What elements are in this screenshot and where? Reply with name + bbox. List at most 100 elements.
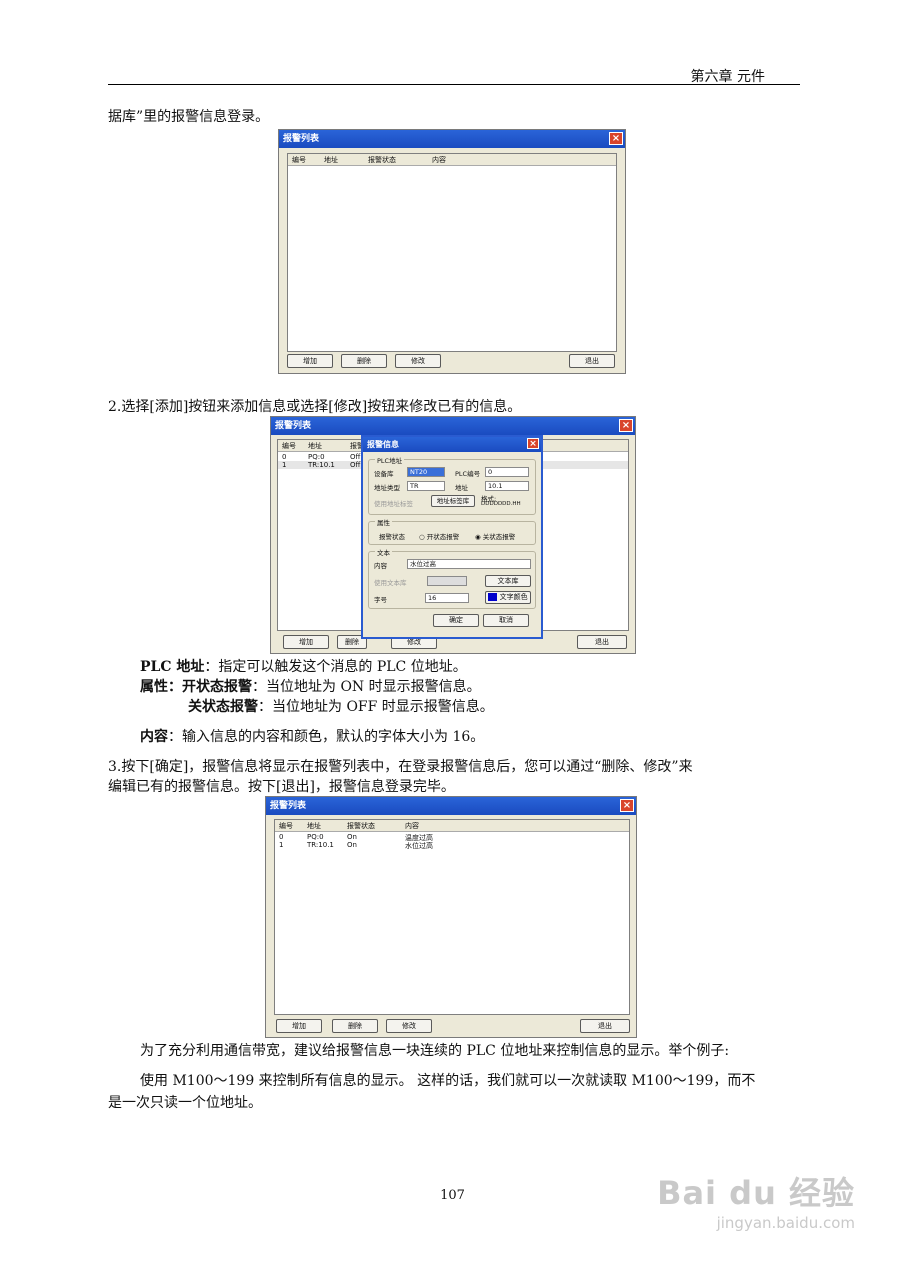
font-size-select[interactable]: 16	[425, 593, 469, 603]
plc-no-label: PLC编号	[455, 470, 481, 478]
off-state-desc: 关状态报警：当位地址为 OFF 时显示报警信息。	[188, 696, 494, 718]
col-no: 编号	[282, 442, 296, 450]
term-desc: ：当位地址为 ON 时显示报警信息。	[252, 679, 481, 695]
paragraph-5a: 使用 M100～199 来控制所有信息的显示。 这样的话，我们就可以一次就读取 …	[140, 1073, 756, 1089]
add-button[interactable]: 增加	[283, 635, 329, 649]
col-address: 地址	[308, 442, 322, 450]
chapter-header: 第六章 元件	[690, 69, 765, 85]
cell-no: 0	[279, 833, 284, 841]
cell-address: TR:10.1	[307, 841, 334, 849]
paragraph-2: 2.选择[添加]按钮来添加信息或选择[修改]按钮来修改已有的信息。	[108, 399, 522, 415]
col-address: 地址	[307, 822, 321, 830]
cancel-button[interactable]: 取消	[483, 614, 529, 627]
watermark-brand: Bai du 经验	[657, 1174, 855, 1212]
term-desc: ：指定可以触发这个消息的 PLC 位地址。	[204, 659, 467, 675]
term-label: 关状态报警	[188, 699, 258, 715]
address-input[interactable]: 10.1	[485, 481, 529, 491]
use-textlib-checkbox[interactable]: 使用文本库	[374, 577, 407, 587]
cell-address: PQ:0	[308, 453, 325, 461]
term-label: PLC 地址	[140, 659, 205, 675]
close-icon[interactable]: ×	[620, 799, 634, 812]
format-value: DDDDDDD.HH	[481, 501, 521, 507]
color-swatch	[488, 593, 498, 601]
add-button[interactable]: 增加	[276, 1019, 322, 1033]
ok-button[interactable]: 确定	[433, 614, 479, 627]
window-title: 报警列表	[283, 134, 320, 144]
window-title-bar: 报警列表 ×	[266, 797, 636, 815]
cell-content: 水位过高	[405, 842, 433, 850]
alarm-info-dialog: 报警信息 × PLC地址 设备库 NT20 PLC编号 0 地址类型 TR 地址…	[361, 435, 543, 639]
cell-state: On	[347, 841, 357, 849]
font-size-label: 字号	[374, 596, 387, 604]
term-desc: ：当位地址为 OFF 时显示报警信息。	[258, 699, 494, 715]
paragraph-4: 为了充分利用通信带宽，建议给报警信息一块连续的 PLC 位地址来控制信息的显示。…	[140, 1043, 730, 1059]
term-label: 内容	[140, 729, 168, 745]
dialog-title: 报警信息	[367, 440, 399, 449]
content-desc: 内容：输入信息的内容和颜色，默认的字体大小为 16。	[140, 726, 484, 748]
exit-button[interactable]: 退出	[580, 1019, 630, 1033]
alarm-state-label: 报警状态	[379, 533, 405, 541]
attribute-group: 属性 报警状态 ○ 开状态报警 ◉ 关状态报警	[368, 517, 536, 545]
modify-button[interactable]: 修改	[386, 1019, 432, 1033]
paragraph-1: 据库”里的报警信息登录。	[108, 109, 270, 125]
exit-button[interactable]: 退出	[569, 354, 615, 368]
alarm-list-window-3: 报警列表 × 编号 地址 报警状态 内容 0 PQ:0 On 温度过高 1 TR…	[265, 796, 637, 1038]
group-label: 文本	[375, 547, 392, 557]
cell-no: 1	[282, 461, 287, 469]
col-state: 报警状态	[347, 822, 375, 830]
table-row[interactable]: 1 TR:10.1 On 水位过高	[275, 841, 629, 850]
alarm-table[interactable]: 编号 地址 报警状态 内容	[287, 153, 617, 352]
table-header: 编号 地址 报警状态 内容	[275, 820, 629, 832]
paragraph-3b: 编辑已有的报警信息。按下[退出]，报警信息登录完毕。	[108, 779, 455, 795]
alarm-list-window-2: 报警列表 × 编号 地址 报警状态 0 PQ:0 Off 1 TR:10.1 O…	[270, 416, 636, 654]
address-type-label: 地址类型	[374, 484, 400, 492]
plc-address-desc: PLC 地址：指定可以触发这个消息的 PLC 位地址。	[140, 656, 467, 678]
font-color-button[interactable]: 文字颜色	[485, 591, 531, 604]
col-content: 内容	[432, 156, 446, 164]
window-title-bar: 报警列表 ×	[279, 130, 625, 148]
cell-no: 1	[279, 841, 284, 849]
delete-button[interactable]: 删除	[332, 1019, 378, 1033]
cell-state: On	[347, 833, 357, 841]
paragraph-3a: 3.按下[确定]，报警信息将显示在报警列表中，在登录报警信息后，您可以通过“删除…	[108, 759, 693, 775]
device-select[interactable]: NT20	[407, 467, 445, 477]
plc-no-select[interactable]: 0	[485, 467, 529, 477]
window-title: 报警列表	[270, 801, 307, 811]
close-icon[interactable]: ×	[619, 419, 633, 432]
use-tag-checkbox[interactable]: 使用地址标签	[374, 498, 413, 508]
text-group: 文本 内容 水位过高 使用文本库 文本库 字号 16 文字颜色	[368, 547, 536, 609]
address-type-select[interactable]: TR	[407, 481, 445, 491]
close-icon[interactable]: ×	[527, 438, 539, 449]
delete-button[interactable]: 删除	[341, 354, 387, 368]
paragraph-5b: 是一次只读一个位地址。	[108, 1095, 262, 1111]
on-state-label: 开状态报警	[426, 533, 460, 541]
textlib-button[interactable]: 文本库	[485, 575, 531, 587]
alarm-table[interactable]: 编号 地址 报警状态 内容 0 PQ:0 On 温度过高 1 TR:10.1 O…	[274, 819, 630, 1015]
header-rule	[108, 84, 800, 85]
cell-state: Off	[350, 461, 361, 469]
window-title: 报警列表	[275, 421, 312, 431]
cell-no: 0	[282, 453, 287, 461]
address-label: 地址	[455, 484, 468, 492]
modify-button[interactable]: 修改	[395, 354, 441, 368]
content-label: 内容	[374, 562, 387, 570]
tag-library-button[interactable]: 地址标签库	[431, 495, 475, 507]
table-row[interactable]: 0 PQ:0 On 温度过高	[275, 833, 629, 842]
on-state-desc: 属性：开状态报警：当位地址为 ON 时显示报警信息。	[140, 676, 481, 698]
watermark-url: jingyan.baidu.com	[716, 1214, 855, 1232]
group-label: PLC地址	[375, 455, 405, 465]
close-icon[interactable]: ×	[609, 132, 623, 145]
plc-address-group: PLC地址 设备库 NT20 PLC编号 0 地址类型 TR 地址 10.1 使…	[368, 455, 536, 515]
cell-address: PQ:0	[307, 833, 324, 841]
group-label: 属性	[375, 517, 392, 527]
add-button[interactable]: 增加	[287, 354, 333, 368]
table-header: 编号 地址 报警状态 内容	[288, 154, 616, 166]
content-input[interactable]: 水位过高	[407, 559, 531, 569]
col-no: 编号	[292, 156, 306, 164]
exit-button[interactable]: 退出	[577, 635, 627, 649]
off-state-radio[interactable]: ◉ 关状态报警	[475, 531, 515, 541]
textlib-select[interactable]	[427, 576, 467, 586]
col-state: 报警状态	[368, 156, 396, 164]
col-no: 编号	[279, 822, 293, 830]
on-state-radio[interactable]: ○ 开状态报警	[419, 531, 459, 541]
